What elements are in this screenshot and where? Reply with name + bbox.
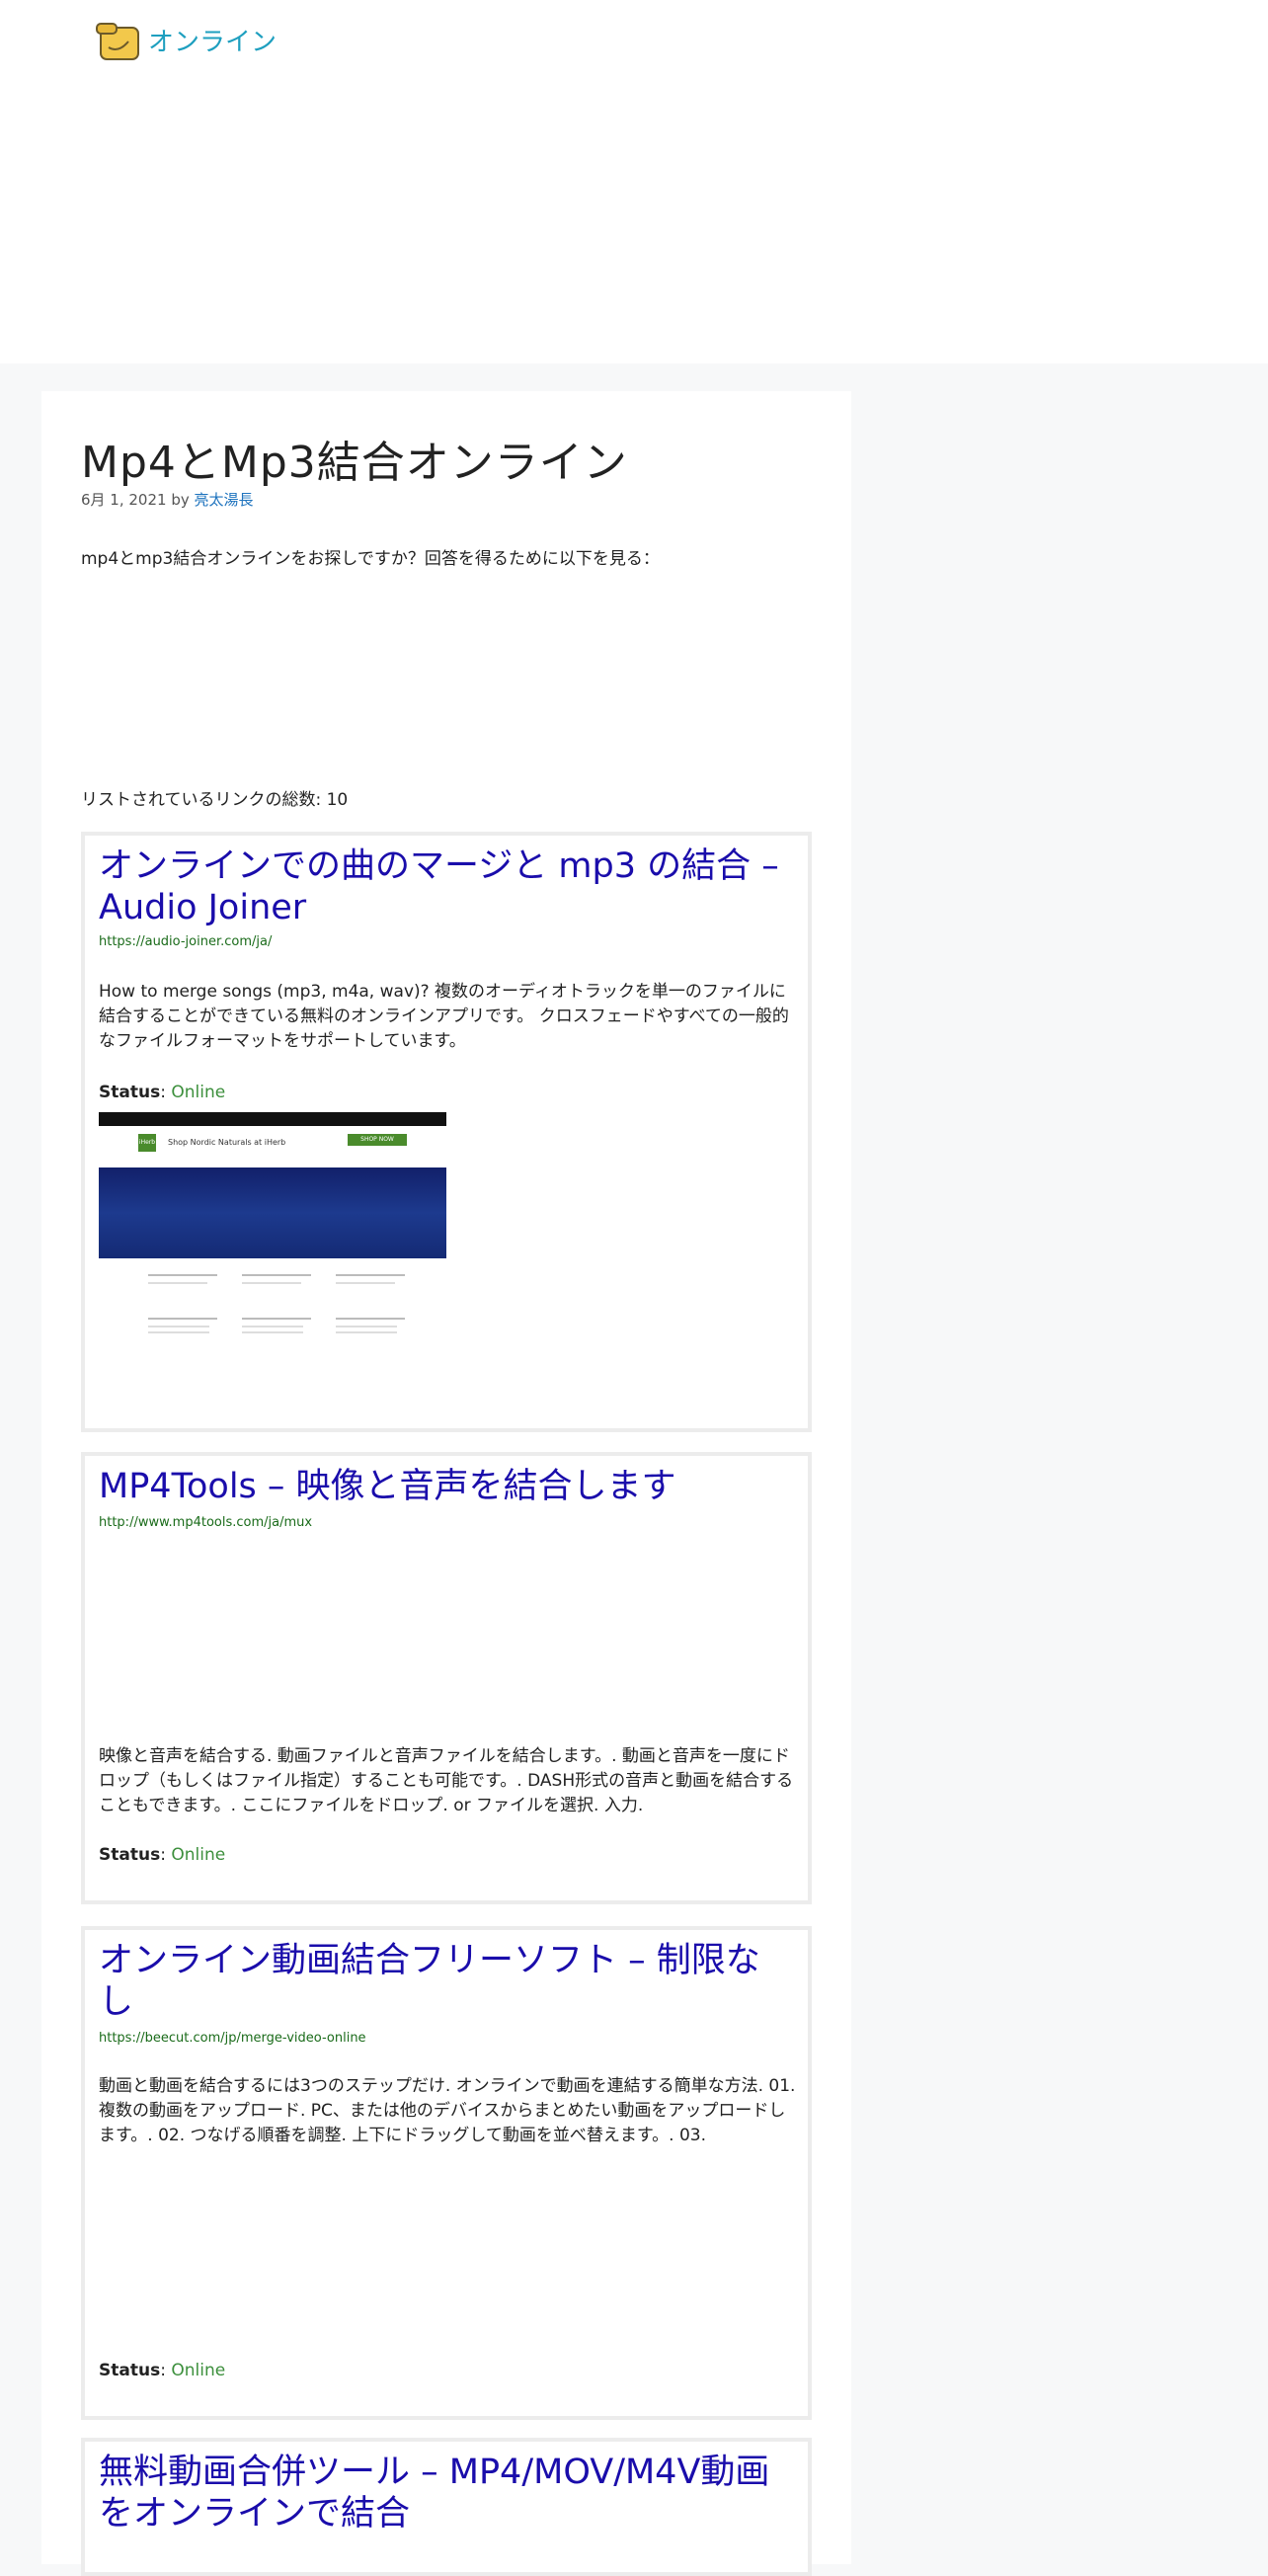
result-url[interactable]: https://audio-joiner.com/ja/	[99, 934, 272, 949]
status-label: Status	[99, 1845, 161, 1865]
result-card: MP4Tools – 映像と音声を結合します http://www.mp4too…	[81, 1452, 812, 1904]
thumb-ad-banner: iHerb Shop Nordic Naturals at iHerb SHOP…	[99, 1126, 446, 1166]
result-status: Status: Online	[99, 1083, 226, 1102]
result-title-link[interactable]: オンライン動画結合フリーソフト – 制限なし	[99, 1940, 790, 2023]
status-label: Status	[99, 1083, 161, 1102]
site-header: オンライン	[0, 0, 1268, 363]
thumb-hero	[99, 1167, 446, 1258]
result-description: 映像と音声を結合する. 動画ファイルと音声ファイルを結合します。. 動画と音声を…	[99, 1746, 794, 1815]
result-title-link[interactable]: MP4Tools – 映像と音声を結合します	[99, 1466, 790, 1507]
post-date: 6月 1, 2021	[81, 491, 167, 509]
post-meta: 6月 1, 2021 by 亮太湯長	[81, 489, 254, 510]
thumb-ad-brand: iHerb	[138, 1134, 156, 1152]
status-value: Online	[171, 1083, 226, 1102]
folder-bird-icon	[96, 23, 139, 60]
thumb-ad-button: SHOP NOW	[348, 1134, 407, 1146]
status-value: Online	[171, 2361, 226, 2380]
status-value: Online	[171, 1845, 226, 1865]
result-card: オンラインでの曲のマージと mp3 の結合 – Audio Joiner htt…	[81, 832, 812, 1432]
result-description: How to merge songs (mp3, m4a, wav)? 複数のオ…	[99, 982, 789, 1051]
thumb-nav-bar	[99, 1112, 446, 1126]
result-card: 無料動画合併ツール – MP4/MOV/M4V動画をオンラインで結合	[81, 2438, 812, 2576]
total-links-text: リストされているリンクの総数: 10	[81, 790, 349, 810]
site-logo-text: オンライン	[148, 27, 277, 57]
result-description: 動画と動画を結合するには3つのステップだけ. オンラインで動画を連結する簡単な方…	[99, 2076, 796, 2145]
result-url[interactable]: https://beecut.com/jp/merge-video-online	[99, 2031, 366, 2046]
result-title-link[interactable]: オンラインでの曲のマージと mp3 の結合 – Audio Joiner	[99, 845, 790, 928]
intro-text: mp4とmp3結合オンラインをお探しですか？回答を得るために以下を見る：	[81, 549, 660, 569]
result-screenshot[interactable]: iHerb Shop Nordic Naturals at iHerb SHOP…	[99, 1112, 446, 1371]
author-link[interactable]: 亮太湯長	[195, 491, 254, 509]
result-card: オンライン動画結合フリーソフト – 制限なし https://beecut.co…	[81, 1926, 812, 2420]
page-title: Mp4とMp3結合オンライン	[81, 438, 628, 488]
result-status: Status: Online	[99, 2361, 226, 2380]
result-status: Status: Online	[99, 1845, 226, 1865]
thumb-ad-text: Shop Nordic Naturals at iHerb	[168, 1138, 286, 1147]
thumb-feature-columns	[148, 1274, 425, 1369]
result-title-link[interactable]: 無料動画合併ツール – MP4/MOV/M4V動画をオンラインで結合	[99, 2452, 790, 2535]
result-url[interactable]: http://www.mp4tools.com/ja/mux	[99, 1515, 312, 1530]
site-logo-link[interactable]: オンライン	[91, 18, 277, 61]
status-label: Status	[99, 2361, 161, 2380]
post-by: by	[171, 491, 190, 509]
